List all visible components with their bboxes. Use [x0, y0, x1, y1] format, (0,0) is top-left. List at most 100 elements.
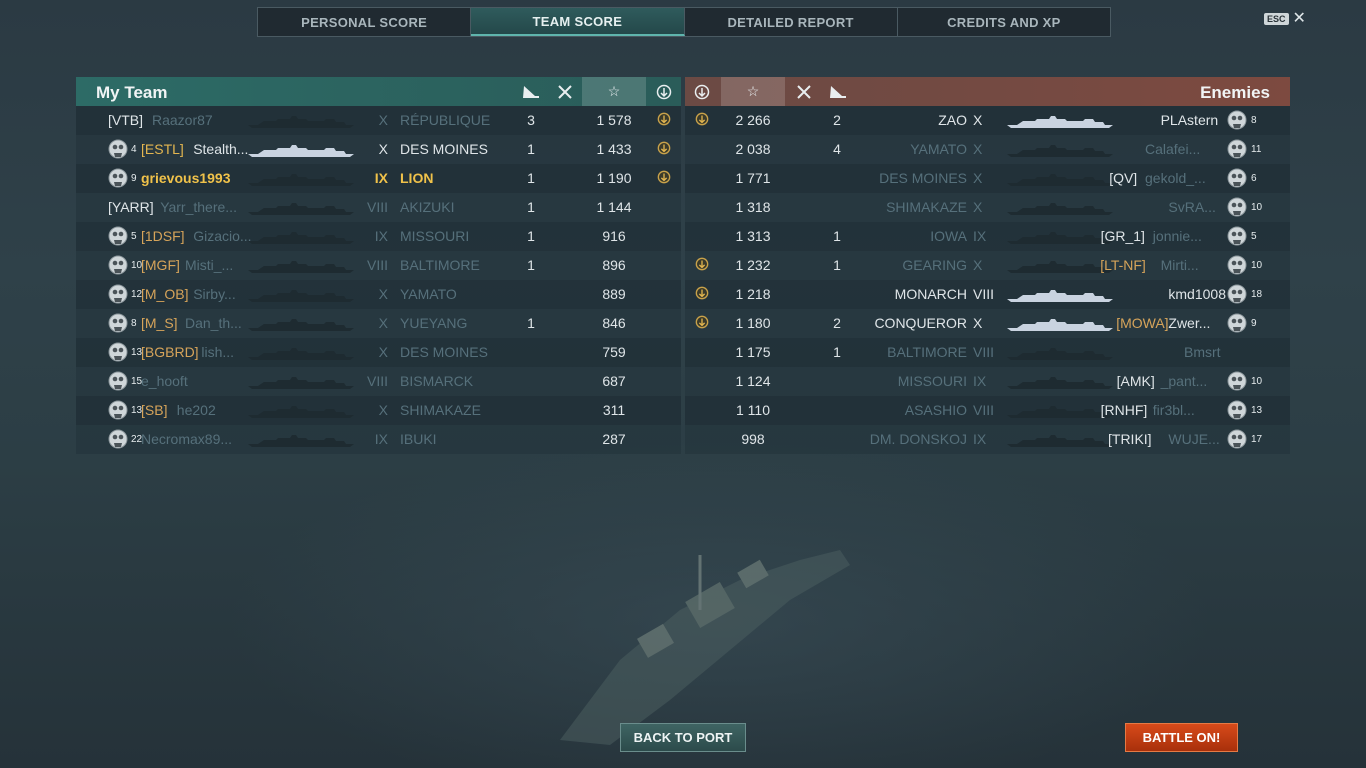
player-name: WUJE... — [1168, 431, 1220, 447]
ship-tier: IX — [973, 431, 987, 447]
ship-silhouette-icon — [246, 318, 356, 334]
base-xp: 1 313 — [735, 228, 771, 244]
tab-credits-and-xp[interactable]: CREDITS AND XP — [898, 8, 1110, 36]
my-team-row[interactable]: 5 [1DSF] Gizacio... IX MISSOURI 1 916 — [76, 222, 681, 251]
my-team-row[interactable]: 22 Necromax89... IX IBUKI 287 — [76, 425, 681, 454]
rank-number: 13 — [1251, 405, 1263, 416]
rank-number: 17 — [1251, 434, 1263, 445]
enemy-row[interactable]: 1 180 2 CONQUEROR X [MOWA] Zwer... 9 — [685, 309, 1290, 338]
base-xp: 1 175 — [735, 344, 771, 360]
rank-badge-icon — [106, 312, 130, 339]
base-xp: 1 144 — [596, 199, 632, 215]
clan-tag: [LT-NF] — [1100, 257, 1146, 273]
player-name: _pant... — [1160, 373, 1208, 389]
my-team-row[interactable]: 10 [MGF] Misti_... VIII BALTIMORE 1 896 — [76, 251, 681, 280]
my-team-row[interactable]: [VTB] Raazor87 X RÉPUBLIQUE 3 1 578 — [76, 106, 681, 135]
player-name: SvRA... — [1168, 199, 1216, 215]
base-xp: 1 232 — [735, 257, 771, 273]
ship-tier: X — [378, 315, 388, 331]
achievement-icon — [695, 252, 709, 281]
planes-icon — [550, 77, 580, 106]
ship-tier: X — [973, 257, 983, 273]
tab-detailed-report[interactable]: DETAILED REPORT — [685, 8, 898, 36]
star-icon: ☆ — [721, 77, 785, 106]
ship-silhouette-icon — [246, 376, 356, 392]
player-name: Necromax89... — [141, 431, 233, 447]
back-to-port-button[interactable]: BACK TO PORT — [620, 723, 746, 752]
ship-silhouette-icon — [1001, 347, 1119, 363]
base-xp: 1 318 — [735, 199, 771, 215]
ship-name: RÉPUBLIQUE — [400, 112, 491, 128]
my-team-row[interactable]: 9 grievous1993 IX LION 1 1 190 — [76, 164, 681, 193]
ship-tier: IX — [374, 170, 388, 186]
enemy-row[interactable]: 2 266 2 ZAO X PLAstern 8 — [685, 106, 1290, 135]
ship-silhouette-icon — [1001, 318, 1119, 334]
enemy-row[interactable]: 1 318 SHIMAKAZE X SvRA... 10 — [685, 193, 1290, 222]
enemy-row[interactable]: 1 232 1 GEARING X [LT-NF] Mirti... 10 — [685, 251, 1290, 280]
tab-team-score[interactable]: TEAM SCORE — [471, 8, 685, 36]
ship-tier: X — [378, 112, 388, 128]
kills-count: 1 — [527, 141, 535, 157]
my-team-row[interactable]: [YARR] Yarr_there... VIII AKIZUKI 1 1 144 — [76, 193, 681, 222]
rank-number: 9 — [1251, 318, 1257, 329]
rank-badge-icon — [1225, 399, 1249, 426]
rank-badge-icon — [1225, 138, 1249, 165]
player-name: Yarr_there... — [160, 199, 237, 215]
my-team-row[interactable]: 13 [BGBRD] lish... X DES MOINES 759 — [76, 338, 681, 367]
battle-on-button[interactable]: BATTLE ON! — [1125, 723, 1238, 752]
ship-name: YUEYANG — [400, 315, 468, 331]
rank-badge-icon — [1225, 225, 1249, 252]
close-control[interactable]: ESC ✕ — [1264, 11, 1306, 27]
kills-count: 1 — [527, 199, 535, 215]
score-tabs: PERSONAL SCORE TEAM SCORE DETAILED REPORT C… — [257, 7, 1111, 37]
my-team-row[interactable]: 8 [M_S] Dan_th... X YUEYANG 1 846 — [76, 309, 681, 338]
rank-badge-icon — [106, 167, 130, 194]
ship-silhouette-icon — [1001, 144, 1119, 160]
enemy-row[interactable]: 998 DM. DONSKOJ IX [TRIKI] WUJE... 17 — [685, 425, 1290, 454]
enemy-row[interactable]: 2 038 4 YAMATO X Calafei... 11 — [685, 135, 1290, 164]
base-xp: 311 — [602, 402, 626, 418]
my-team-panel: My Team ☆ [VTB] Raazor87 X RÉPUBLIQUE 3 1 578… — [76, 77, 681, 454]
kills-count — [516, 425, 546, 454]
tab-personal-score[interactable]: PERSONAL SCORE — [258, 8, 472, 36]
ship-silhouette-icon — [1001, 173, 1119, 189]
my-team-title: My Team — [96, 83, 168, 102]
ship-tier: X — [973, 112, 983, 128]
rank-badge-icon — [1225, 428, 1249, 455]
rank-number: 9 — [131, 173, 137, 184]
ship-name: MISSOURI — [897, 373, 967, 389]
rank-badge-icon — [106, 370, 130, 397]
my-team-row[interactable]: 12 [M_OB] Sirby... X YAMATO 889 — [76, 280, 681, 309]
planes-icon — [789, 77, 819, 106]
enemy-row[interactable]: 1 110 ASASHIO VIII [RNHF] fir3bl... 13 — [685, 396, 1290, 425]
my-team-rows: [VTB] Raazor87 X RÉPUBLIQUE 3 1 578 4 [ESTL] Ste… — [76, 106, 681, 454]
achievement-icon — [648, 77, 680, 106]
ship-name: ASASHIO — [904, 402, 967, 418]
clan-tag: [BGBRD] — [141, 344, 199, 360]
enemy-row[interactable]: 1 771 DES MOINES X [QV] gekold_... 6 — [685, 164, 1290, 193]
ship-silhouette-icon — [1001, 202, 1119, 218]
my-team-row[interactable]: 15 e_hooft VIII BISMARCK 687 — [76, 367, 681, 396]
enemy-row[interactable]: 1 313 1 IOWA IX [GR_1] jonnie... 5 — [685, 222, 1290, 251]
ship-silhouette-icon — [246, 434, 356, 450]
clan-tag: [YARR] — [108, 199, 154, 215]
ship-name: SHIMAKAZE — [400, 402, 481, 418]
rank-badge-icon — [106, 225, 130, 252]
my-team-row[interactable]: 13 [SB] he202 X SHIMAKAZE 311 — [76, 396, 681, 425]
rank-number: 8 — [131, 318, 137, 329]
enemy-row[interactable]: 1 124 MISSOURI IX [AMK] _pant... 10 — [685, 367, 1290, 396]
clan-tag: [QV] — [1109, 170, 1138, 186]
enemy-row[interactable]: 1 218 MONARCH VIII kmd1008 18 — [685, 280, 1290, 309]
rank-number: 5 — [1251, 231, 1257, 242]
enemy-row[interactable]: 1 175 1 BALTIMORE VIII Bmsrt — [685, 338, 1290, 367]
base-xp: 687 — [602, 373, 626, 389]
ship-silhouette-icon — [246, 405, 356, 421]
base-xp: 759 — [602, 344, 626, 360]
rank-badge-icon — [106, 283, 130, 310]
ship-silhouette-icon — [246, 173, 356, 189]
achievement-icon — [695, 281, 709, 310]
my-team-row[interactable]: 4 [ESTL] Stealth... X DES MOINES 1 1 433 — [76, 135, 681, 164]
ship-silhouette-icon — [246, 202, 356, 218]
close-icon[interactable]: ✕ — [1293, 11, 1306, 27]
player-name: grievous1993 — [141, 170, 231, 186]
